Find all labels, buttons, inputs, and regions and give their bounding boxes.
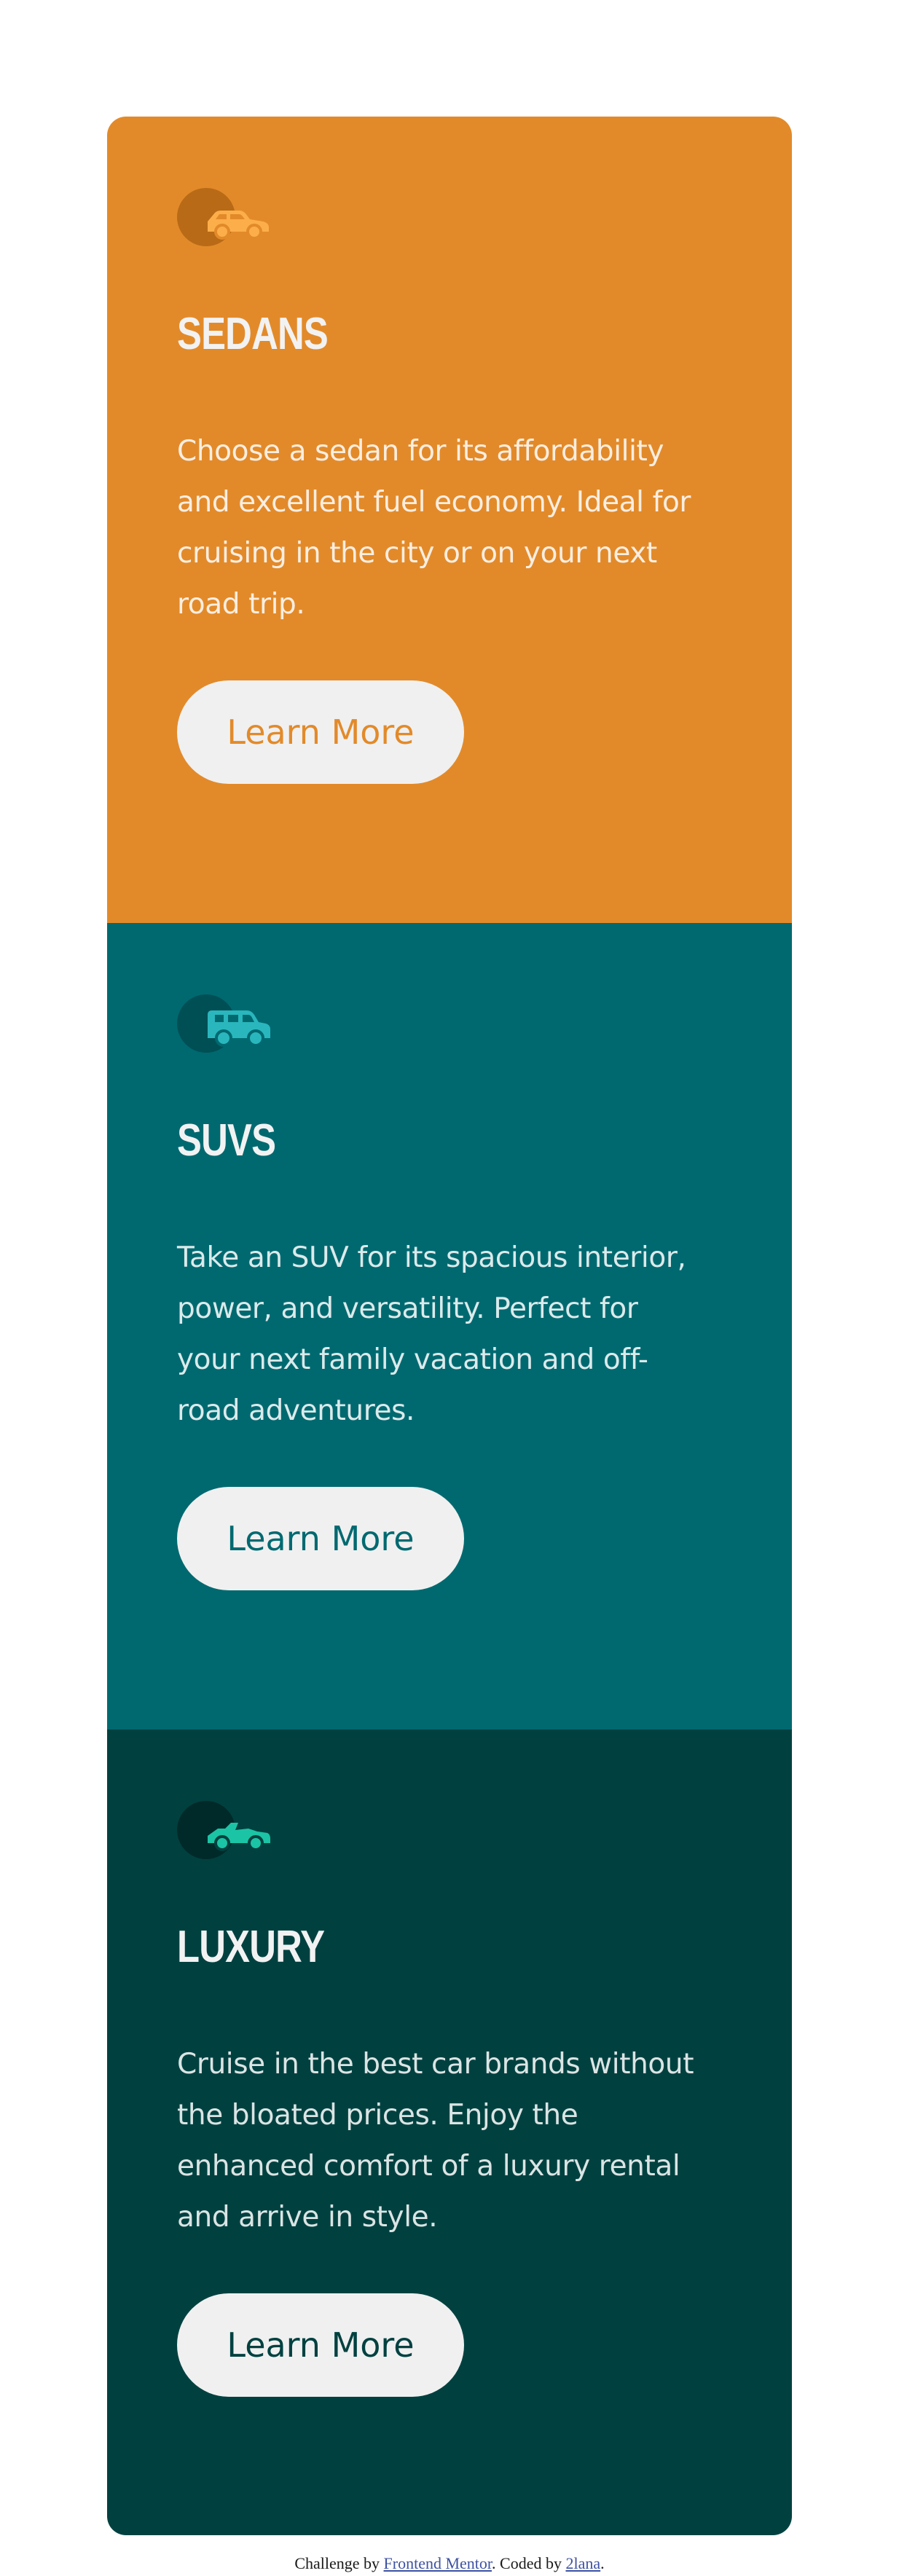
card-suvs: SUVs Take an SUV for its spacious interi…: [107, 923, 792, 1729]
suv-icon: [177, 993, 273, 1054]
author-link[interactable]: 2lana: [566, 2554, 601, 2572]
cards-container: Sedans Choose a sedan for its affordabil…: [107, 117, 792, 2535]
card-sedans: Sedans Choose a sedan for its affordabil…: [107, 117, 792, 923]
learn-more-button[interactable]: Learn More: [177, 680, 464, 784]
learn-more-button[interactable]: Learn More: [177, 2293, 464, 2397]
card-description: Cruise in the best car brands without th…: [177, 2048, 694, 2234]
card-luxury: Luxury Cruise in the best car brands wit…: [107, 1729, 792, 2535]
frontend-mentor-link[interactable]: Frontend Mentor: [384, 2554, 492, 2572]
luxury-car-icon: [177, 1799, 273, 1861]
sedan-icon: [177, 186, 273, 248]
learn-more-button[interactable]: Learn More: [177, 1487, 464, 1590]
attribution: Challenge by Frontend Mentor. Coded by 2…: [0, 2553, 899, 2574]
attribution-suffix: .: [600, 2554, 605, 2572]
card-description: Take an SUV for its spacious interior, p…: [177, 1241, 686, 1427]
card-description: Choose a sedan for its affordability and…: [177, 435, 691, 621]
card-title: Sedans: [177, 309, 329, 359]
attribution-middle: . Coded by: [492, 2554, 566, 2572]
card-title: SUVs: [177, 1115, 276, 1166]
attribution-prefix: Challenge by: [294, 2554, 384, 2572]
card-title: Luxury: [177, 1922, 325, 1972]
